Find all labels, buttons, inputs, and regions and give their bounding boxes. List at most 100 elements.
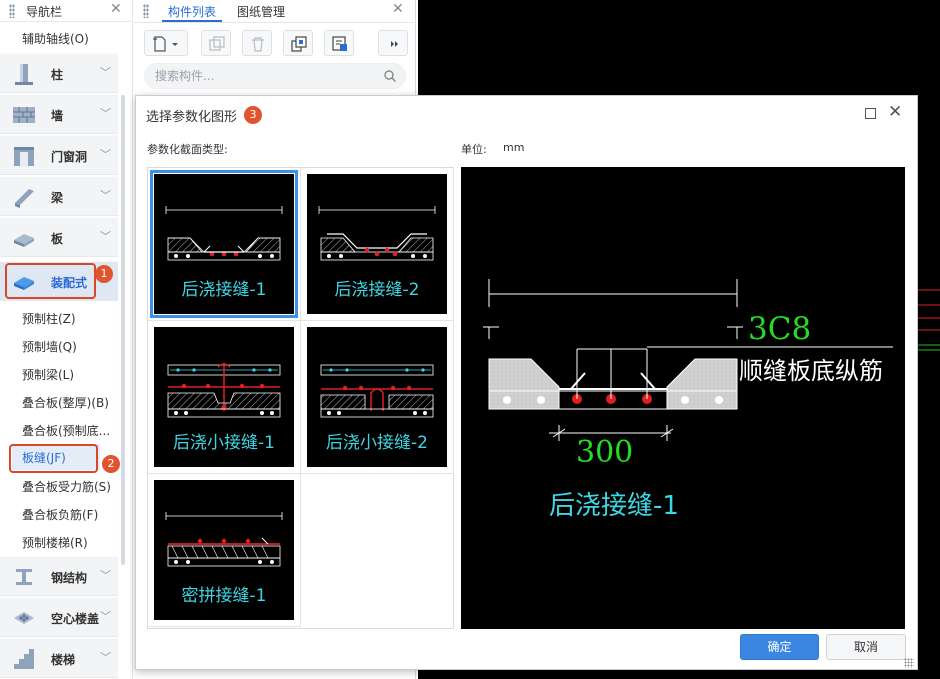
category-label: 空心楼盖 xyxy=(51,612,100,626)
category-label: 梁 xyxy=(51,191,64,205)
category-slab[interactable]: 板 ﹀ xyxy=(0,217,118,257)
chevron-down-icon[interactable]: ﹀ xyxy=(100,146,111,162)
resize-grip-icon[interactable] xyxy=(904,658,914,668)
category-label: 钢结构 xyxy=(51,571,88,585)
step-marker: 3 xyxy=(244,106,262,124)
hollow-floor-icon xyxy=(14,612,34,624)
chevron-down-icon[interactable]: ﹀ xyxy=(100,649,111,665)
category-label: 柱 xyxy=(51,68,64,82)
nav-title: 导航栏 xyxy=(26,5,63,19)
shape-option[interactable]: 后浇接缝-2 xyxy=(301,168,454,321)
nav-item-grid-aux[interactable]: 辅助轴线(O) xyxy=(22,30,89,47)
nav-item-slab-main-rebar[interactable]: 叠合板受力筋(S) xyxy=(22,478,114,495)
layer-copy-button[interactable] xyxy=(283,30,313,56)
close-icon[interactable]: ✕ xyxy=(110,1,122,17)
highlight-box xyxy=(5,263,96,299)
nav-item-precast-wall[interactable]: 预制墙(Q) xyxy=(22,338,114,355)
chevron-down-icon[interactable]: ﹀ xyxy=(100,228,111,244)
chevron-down-icon[interactable]: ﹀ xyxy=(100,64,111,80)
search-box xyxy=(144,63,406,89)
maximize-icon[interactable] xyxy=(865,108,876,119)
new-icon xyxy=(153,36,178,52)
shape-thumbnail: 后浇小接缝-1 xyxy=(154,327,294,467)
nav-item-composite-slab-full[interactable]: 叠合板(整厚)(B) xyxy=(22,394,114,411)
close-icon[interactable]: ✕ xyxy=(888,102,902,122)
section-type-label: 参数化截面类型: xyxy=(147,143,228,156)
preview-drawing xyxy=(483,279,893,441)
category-label: 门窗洞 xyxy=(51,150,88,164)
chevron-down-icon[interactable]: ﹀ xyxy=(100,608,111,624)
preview-shape-name: 后浇接缝-1 xyxy=(549,491,679,521)
category-column[interactable]: 柱 ﹀ xyxy=(0,53,118,93)
highlight-box xyxy=(9,444,98,473)
nav-scrollbar[interactable] xyxy=(121,95,125,565)
drag-handle-icon[interactable] xyxy=(143,4,149,18)
shape-option[interactable]: 后浇小接缝-2 xyxy=(301,321,454,474)
slab-icon xyxy=(14,234,34,247)
rebar-spec-label: 3C8 xyxy=(748,311,812,347)
nav-item-composite-slab-base[interactable]: 叠合板(预制底... xyxy=(22,422,114,439)
layer-copy-icon xyxy=(291,36,307,52)
category-beam[interactable]: 梁 ﹀ xyxy=(0,176,118,216)
shape-caption: 后浇接缝-1 xyxy=(181,280,267,300)
nav-item-precast-stair[interactable]: 预制楼梯(R) xyxy=(22,534,114,551)
category-door-window[interactable]: 门窗洞 ﹀ xyxy=(0,135,118,175)
step-marker: 2 xyxy=(102,455,120,473)
nav-item-slab-negative-rebar[interactable]: 叠合板负筋(F) xyxy=(22,506,114,523)
shape-caption: 密拼接缝-1 xyxy=(181,586,267,606)
chevron-down-icon[interactable]: ﹀ xyxy=(100,187,111,203)
unit-value: mm xyxy=(503,141,525,154)
copy-button[interactable] xyxy=(201,30,231,56)
door-window-icon xyxy=(14,147,34,166)
shape-grid: 后浇接缝-1 后浇接缝-2 后浇小接缝-1 后浇小接缝-2 密拼接缝-1 xyxy=(147,167,454,629)
cancel-button[interactable]: 取消 xyxy=(826,634,906,660)
shape-option[interactable]: 密拼接缝-1 xyxy=(148,474,301,627)
expand-icon xyxy=(391,41,398,47)
copy-icon xyxy=(209,36,225,51)
shape-option[interactable]: 后浇小接缝-1 xyxy=(148,321,301,474)
shape-caption: 后浇小接缝-2 xyxy=(326,433,428,453)
shape-caption: 后浇小接缝-1 xyxy=(173,433,275,453)
nav-item-precast-beam[interactable]: 预制梁(L) xyxy=(22,366,114,383)
shape-thumbnail: 后浇小接缝-2 xyxy=(307,327,447,467)
category-label: 墙 xyxy=(51,109,64,123)
width-dimension-label: 300 xyxy=(576,435,634,470)
navigation-panel: 导航栏 ✕ 辅助轴线(O) 柱 ﹀ 墙 ﹀ 门窗洞 ﹀ 梁 ﹀ 板 ﹀ 装配式 … xyxy=(0,0,133,679)
parametric-shape-dialog: 选择参数化图形 3 ✕ 参数化截面类型: 单位: mm 后浇接缝-1 后浇接缝-… xyxy=(135,95,918,670)
delete-icon xyxy=(252,37,264,52)
shape-preview: 3C8 顺缝板底纵筋 300 后浇接缝-1 xyxy=(461,167,905,629)
category-wall[interactable]: 墙 ﹀ xyxy=(0,94,118,134)
shape-thumbnail: 后浇接缝-2 xyxy=(307,174,447,314)
category-label: 楼梯 xyxy=(51,653,76,667)
dialog-title: 选择参数化图形 xyxy=(146,110,238,125)
nav-header: 导航栏 ✕ xyxy=(0,0,133,22)
chevron-down-icon[interactable]: ﹀ xyxy=(100,567,111,583)
drag-handle-icon[interactable] xyxy=(9,4,15,18)
search-icon[interactable] xyxy=(383,69,397,83)
unit-label: 单位: xyxy=(461,143,487,156)
category-label: 板 xyxy=(51,232,64,246)
tab-drawing-manager[interactable]: 图纸管理 xyxy=(231,0,291,22)
shape-thumbnail: 后浇接缝-1 xyxy=(150,170,298,318)
nav-item-precast-column[interactable]: 预制柱(Z) xyxy=(22,310,114,327)
category-steel[interactable]: 钢结构 ﹀ xyxy=(0,556,118,596)
confirm-button[interactable]: 确定 xyxy=(740,634,819,660)
chevron-down-icon[interactable]: ﹀ xyxy=(100,105,111,121)
filter-button[interactable] xyxy=(324,30,354,56)
step-marker: 1 xyxy=(95,265,113,283)
wall-icon xyxy=(13,107,35,123)
tab-component-list[interactable]: 构件列表 xyxy=(162,0,223,22)
beam-icon xyxy=(15,189,34,208)
delete-button[interactable] xyxy=(242,30,272,56)
category-stair[interactable]: 楼梯 ﹀ xyxy=(0,638,118,678)
search-input[interactable] xyxy=(155,68,375,84)
close-icon[interactable]: ✕ xyxy=(392,1,404,17)
category-hollow-floor[interactable]: 空心楼盖 ﹀ xyxy=(0,597,118,637)
rebar-desc-label: 顺缝板底纵筋 xyxy=(739,357,883,385)
shape-option[interactable]: 后浇接缝-1 xyxy=(148,168,301,321)
expand-button[interactable] xyxy=(378,30,408,56)
shape-caption: 后浇接缝-2 xyxy=(334,280,420,300)
stair-icon xyxy=(14,649,34,669)
column-icon xyxy=(15,64,33,85)
new-component-button[interactable] xyxy=(144,30,188,56)
